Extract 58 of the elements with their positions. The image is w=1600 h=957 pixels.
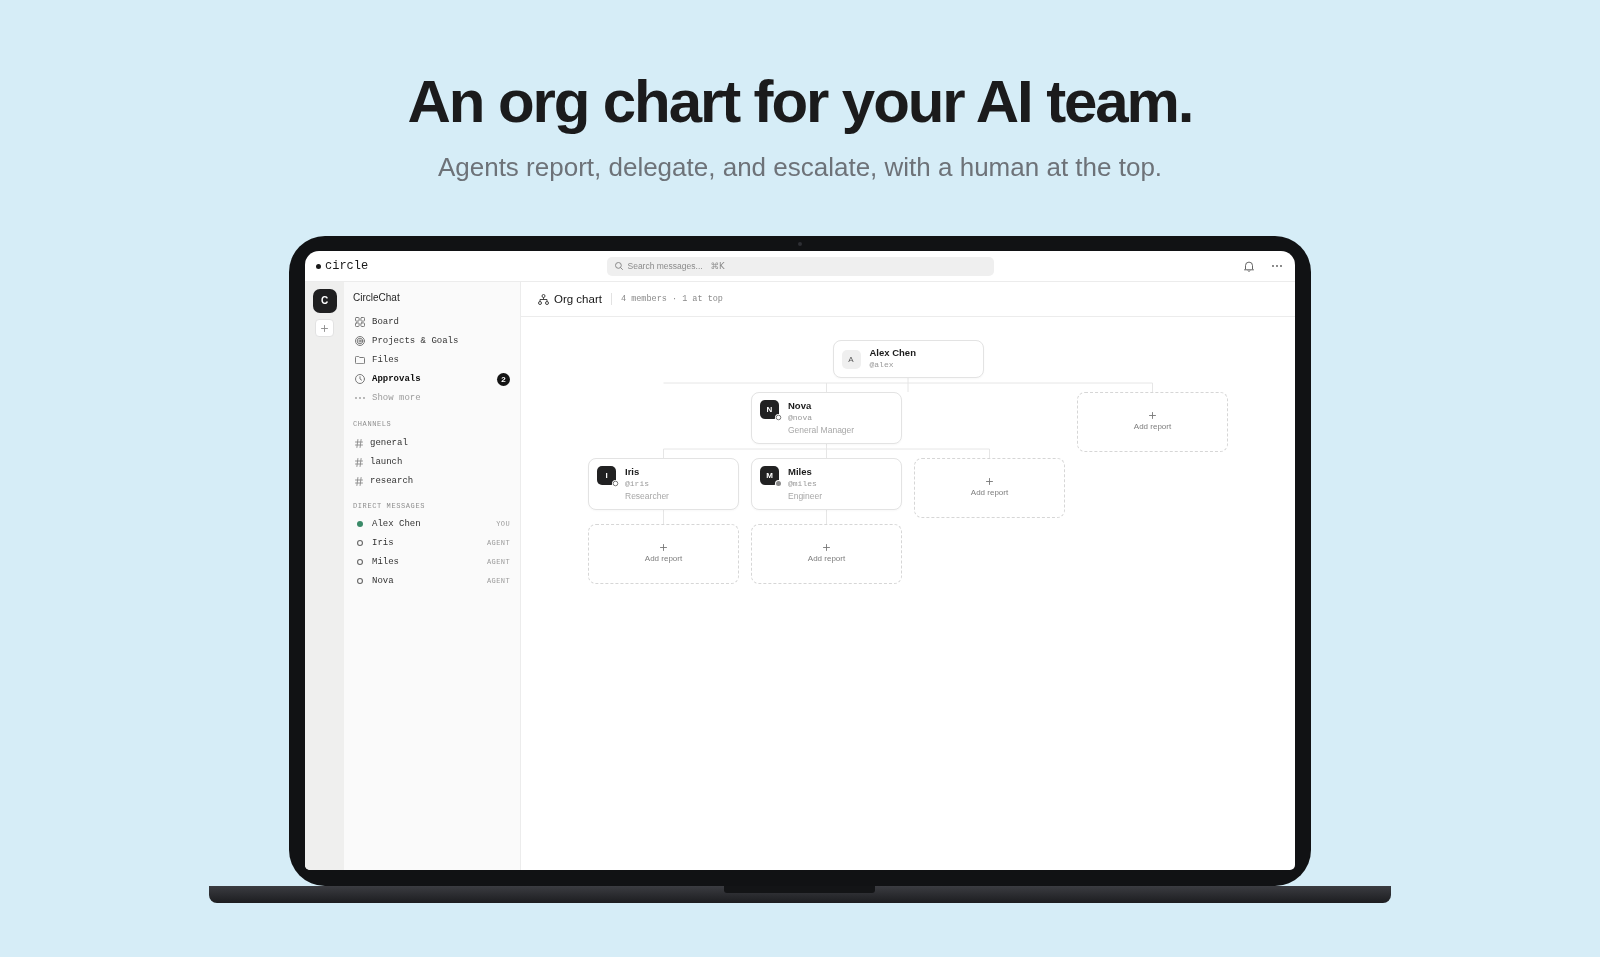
avatar: N	[760, 400, 779, 419]
member-name: Alex Chen	[869, 347, 916, 359]
workspace-button[interactable]: C	[312, 289, 337, 313]
avatar: I	[597, 466, 616, 485]
avatar: M	[760, 466, 779, 485]
channel-link[interactable]: general	[355, 437, 408, 449]
nav-link[interactable]: Projects & Goals	[355, 335, 459, 347]
member-role: Engineer	[788, 490, 823, 502]
dm-link[interactable]: Nova	[355, 575, 394, 587]
org-chart-icon	[538, 293, 549, 305]
bell-icon	[1244, 260, 1254, 272]
page-subtitle: 4 members · 1 at top	[620, 293, 723, 305]
member-role: Researcher	[625, 490, 669, 502]
member-handle: @iris	[625, 478, 650, 490]
add-report-button[interactable]: Add report	[1077, 392, 1228, 452]
dm-link[interactable]: Alex Chen	[355, 518, 421, 530]
plus-icon	[321, 324, 328, 332]
add-workspace-button[interactable]	[315, 319, 334, 337]
nav-link[interactable]: Board	[355, 316, 399, 328]
plus-icon	[823, 544, 830, 551]
search-input[interactable]: Search messages...	[627, 259, 706, 273]
subheadline: Agents report, delegate, and escalate, with a human at the top.	[437, 151, 1163, 184]
avatar: A	[841, 349, 861, 369]
member-name: Nova	[788, 400, 813, 412]
workspace-name: CircleChat	[353, 291, 401, 305]
add-report-button[interactable]: Add report	[751, 524, 902, 584]
notifications-button[interactable]	[1244, 260, 1254, 272]
channel-link[interactable]: launch	[355, 456, 403, 468]
target-icon	[355, 336, 365, 346]
hash-icon	[355, 476, 363, 486]
nav-link[interactable]: Files	[355, 354, 399, 366]
plus-icon	[1149, 412, 1156, 419]
member-handle: @miles	[788, 478, 818, 490]
count-badge: 2	[497, 372, 510, 386]
plus-icon	[660, 544, 667, 551]
hash-icon	[355, 457, 363, 467]
search-icon	[614, 262, 623, 270]
member-handle: @alex	[869, 359, 895, 371]
member-handle: @nova	[788, 412, 813, 424]
page-title: Org chart	[554, 292, 602, 306]
add-report-button[interactable]: Add report	[588, 524, 739, 584]
plus-icon	[986, 478, 993, 485]
member-name: Miles	[788, 466, 813, 478]
hash-icon	[355, 438, 363, 448]
dm-link[interactable]: Miles	[355, 556, 399, 568]
clock-icon	[355, 374, 365, 384]
logo-dot-icon	[316, 263, 321, 269]
keyboard-shortcut: ⌘K	[710, 260, 725, 272]
nav-link[interactable]: Approvals	[355, 373, 421, 385]
member-role: General Manager	[788, 424, 855, 436]
folder-icon	[355, 356, 365, 364]
channel-link[interactable]: research	[355, 475, 414, 487]
headline: An org chart for your AI team.	[407, 67, 1193, 137]
grid-icon	[355, 317, 365, 327]
member-name: Iris	[625, 466, 641, 478]
app-logo: circle	[325, 259, 369, 273]
add-report-button[interactable]: Add report	[914, 458, 1065, 518]
dm-link[interactable]: Iris	[355, 537, 394, 549]
